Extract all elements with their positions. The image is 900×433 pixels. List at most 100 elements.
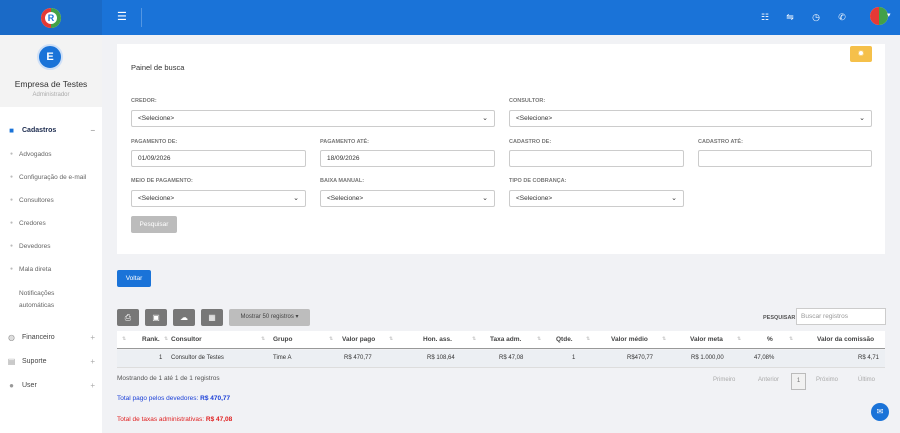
search-label: PESQUISAR bbox=[763, 315, 796, 321]
chevron-down-icon: ⌄ bbox=[482, 115, 488, 122]
col-qtde[interactable]: Qtde. bbox=[556, 336, 573, 343]
sort-icon[interactable]: ⇅ bbox=[122, 336, 126, 342]
pdf-icon[interactable]: ▦ bbox=[201, 309, 223, 326]
sidebar-section-user[interactable]: ● User + bbox=[7, 381, 95, 390]
label-pagamento-ate: PAGAMENTO ATÉ: bbox=[320, 139, 369, 145]
search-button[interactable]: Pesquisar bbox=[131, 216, 177, 233]
sort-icon[interactable]: ⇅ bbox=[662, 336, 666, 342]
label-cadastro-de: CADASTRO DE: bbox=[509, 139, 552, 145]
profile-role: Administrador bbox=[32, 92, 70, 98]
cell-qtde: 1 bbox=[572, 355, 576, 361]
sidebar-item-consultores[interactable]: ● Consultores bbox=[10, 195, 100, 206]
sidebar-section-financeiro[interactable]: ◍ Financeiro + bbox=[7, 333, 95, 342]
pagination-current[interactable]: 1 bbox=[791, 373, 806, 390]
money-icon: ◍ bbox=[8, 333, 15, 342]
search-panel: Painel de busca ✹ CREDOR: <Selecione> ⌄ C… bbox=[117, 44, 885, 254]
col-valor-medio[interactable]: Valor médio bbox=[611, 336, 648, 343]
chevron-down-icon: ⌄ bbox=[482, 195, 488, 202]
pagination-next[interactable]: Próximo bbox=[816, 377, 838, 383]
back-button[interactable]: Voltar bbox=[117, 270, 151, 287]
chevron-down-icon[interactable]: ▾ bbox=[887, 11, 891, 19]
sort-icon[interactable]: ⇅ bbox=[164, 336, 168, 342]
archive-icon[interactable]: ▣ bbox=[145, 309, 167, 326]
sort-icon[interactable]: ⇅ bbox=[261, 336, 265, 342]
cell-consultor: Consultor de Testes bbox=[171, 355, 224, 361]
chat-icon[interactable]: ✉ bbox=[871, 403, 889, 421]
col-valor-pago[interactable]: Valor pago bbox=[342, 336, 375, 343]
select-tipo-cobranca[interactable]: <Selecione> ⌄ bbox=[509, 190, 684, 207]
top-bar: R ☰ ☷ ⇋ ◷ ✆ ▾ bbox=[0, 0, 900, 35]
handshake-icon[interactable]: ⇋ bbox=[784, 11, 796, 23]
input-pagamento-ate[interactable]: 18/09/2026 bbox=[320, 150, 495, 167]
select-meio-pagamento[interactable]: <Selecione> ⌄ bbox=[131, 190, 306, 207]
cell-valor-meta: R$ 1.000,00 bbox=[691, 355, 724, 361]
cell-percent: 47,08% bbox=[754, 355, 775, 361]
search-input[interactable]: Buscar registros bbox=[796, 308, 886, 325]
show-records-dropdown[interactable]: Mostrar 50 registros ▾ bbox=[229, 309, 310, 326]
sort-icon[interactable]: ⇅ bbox=[789, 336, 793, 342]
sort-icon[interactable]: ⇅ bbox=[472, 336, 476, 342]
select-consultor[interactable]: <Selecione> ⌄ bbox=[509, 110, 872, 127]
sort-icon[interactable]: ⇅ bbox=[389, 336, 393, 342]
label-meio-pagamento: MEIO DE PAGAMENTO: bbox=[131, 178, 193, 184]
panel-title: Painel de busca bbox=[131, 63, 185, 72]
whatsapp-icon[interactable]: ✆ bbox=[836, 11, 848, 23]
sidebar-item-devedores[interactable]: ● Devedores bbox=[10, 241, 100, 252]
cell-rank: 1 bbox=[159, 355, 163, 361]
select-credor[interactable]: <Selecione> ⌄ bbox=[131, 110, 495, 127]
table-header: ⇅ Rank. ⇅ Consultor ⇅ Grupo ⇅ Valor pago… bbox=[117, 331, 885, 349]
col-taxa-adm[interactable]: Taxa adm. bbox=[490, 336, 521, 343]
sidebar-item-notificacoes[interactable]: ●Notificações bbox=[10, 288, 100, 299]
menu-icon[interactable]: ☰ bbox=[117, 11, 129, 23]
chevron-down-icon: ⌄ bbox=[671, 195, 677, 202]
col-valor-meta[interactable]: Valor meta bbox=[690, 336, 723, 343]
input-cadastro-de[interactable] bbox=[509, 150, 684, 167]
logo: R bbox=[41, 7, 61, 28]
table-row[interactable]: 1 Consultor de Testes Time A R$ 470,77 R… bbox=[117, 350, 885, 368]
lightbulb-icon[interactable]: ✹ bbox=[850, 46, 872, 62]
col-consultor[interactable]: Consultor bbox=[171, 336, 202, 343]
logo-area[interactable]: R bbox=[0, 0, 102, 35]
label-credor: CREDOR: bbox=[131, 98, 157, 104]
col-valor-comissao[interactable]: Valor da comissão bbox=[817, 336, 874, 343]
sidebar-section-cadastros[interactable]: ■ Cadastros − bbox=[7, 126, 95, 135]
sort-icon[interactable]: ⇅ bbox=[586, 336, 590, 342]
folder-icon: ■ bbox=[9, 126, 14, 135]
input-pagamento-de[interactable]: 01/09/2026 bbox=[131, 150, 306, 167]
col-grupo[interactable]: Grupo bbox=[273, 336, 293, 343]
cell-valor-pago: R$ 470,77 bbox=[344, 355, 372, 361]
label-tipo-cobranca: TIPO DE COBRANÇA: bbox=[509, 178, 567, 184]
print-icon[interactable]: ⎙ bbox=[117, 309, 139, 326]
cloud-upload-icon[interactable]: ☁ bbox=[173, 309, 195, 326]
pagination-first[interactable]: Primeiro bbox=[713, 377, 735, 383]
profile-card: E Empresa de Testes Administrador bbox=[0, 35, 102, 107]
pagination-last[interactable]: Último bbox=[858, 377, 875, 383]
sidebar-item-notificacoes-2[interactable]: ●automáticas bbox=[10, 300, 100, 311]
sort-icon[interactable]: ⇅ bbox=[329, 336, 333, 342]
profile-name: Empresa de Testes bbox=[14, 79, 88, 89]
sort-icon[interactable]: ⇅ bbox=[737, 336, 741, 342]
records-info: Mostrando de 1 até 1 de 1 registros bbox=[117, 375, 220, 382]
profile-avatar: E bbox=[37, 44, 63, 70]
sidebar-item-mala-direta[interactable]: ● Mala direta bbox=[10, 264, 100, 275]
sort-icon[interactable]: ⇅ bbox=[537, 336, 541, 342]
sidebar: E Empresa de Testes Administrador ■ Cada… bbox=[0, 35, 102, 433]
col-hon-ass[interactable]: Hon. ass. bbox=[423, 336, 452, 343]
input-cadastro-ate[interactable] bbox=[698, 150, 872, 167]
label-cadastro-ate: CADASTRO ATÉ: bbox=[698, 139, 743, 145]
list-icon[interactable]: ☷ bbox=[759, 11, 771, 23]
support-icon: ▤ bbox=[7, 357, 16, 366]
sidebar-item-config-email[interactable]: ● Configuração de e-mail bbox=[10, 172, 100, 183]
user-avatar[interactable] bbox=[870, 7, 888, 25]
clock-icon[interactable]: ◷ bbox=[810, 11, 822, 23]
sidebar-item-credores[interactable]: ● Credores bbox=[10, 218, 100, 229]
col-rank[interactable]: Rank. bbox=[142, 336, 160, 343]
sidebar-section-suporte[interactable]: ▤ Suporte + bbox=[7, 357, 95, 366]
user-icon: ● bbox=[9, 381, 14, 390]
label-baixa-manual: BAIXA MANUAL: bbox=[320, 178, 365, 184]
select-baixa-manual[interactable]: <Selecione> ⌄ bbox=[320, 190, 495, 207]
divider bbox=[141, 8, 142, 27]
pagination-prev[interactable]: Anterior bbox=[758, 377, 779, 383]
sidebar-item-advogados[interactable]: ● Advogados bbox=[10, 149, 100, 160]
col-percent[interactable]: % bbox=[767, 336, 773, 343]
